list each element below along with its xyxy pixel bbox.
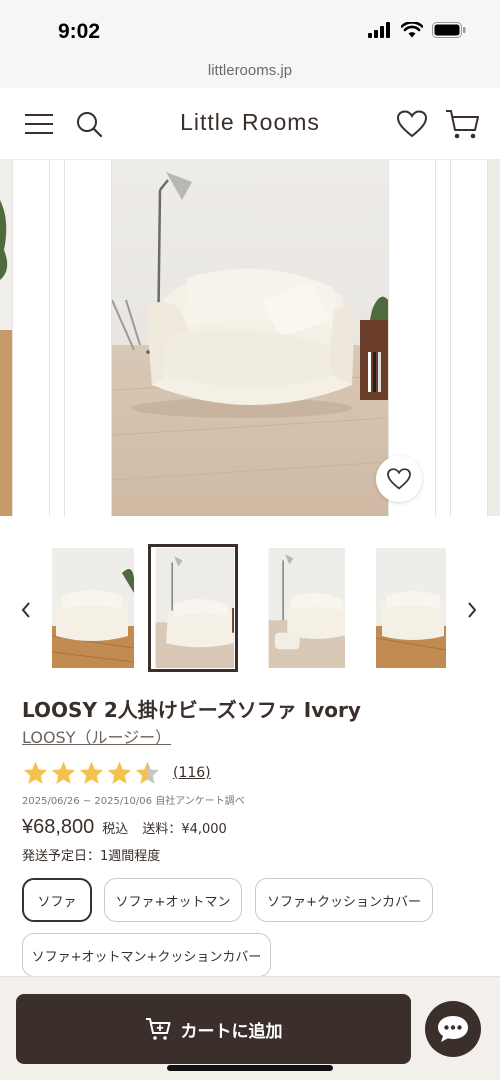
add-to-cart-button[interactable]: カートに追加 [16, 994, 411, 1064]
chevron-right-icon [468, 602, 477, 618]
slide-frame-inner-left [64, 160, 112, 516]
add-to-favorites-button[interactable] [376, 456, 422, 502]
sofa-photo [112, 160, 388, 516]
cart-plus-icon [145, 1018, 170, 1040]
delivery-estimate: 発送予定日：1週間程度 [22, 849, 161, 864]
slide-frame-right [450, 160, 488, 516]
chat-icon [438, 1016, 468, 1042]
thumbnail-prev-button[interactable] [12, 592, 40, 628]
rating-row: (116) [22, 760, 211, 786]
signal-icon [368, 22, 390, 38]
thumbnail-2[interactable] [148, 544, 238, 672]
product-title: LOOSY 2人掛けビーズソファ Ivory [22, 698, 361, 722]
favorites-button[interactable] [393, 105, 431, 143]
option-sofa-ottoman[interactable]: ソファ+オットマン [104, 878, 242, 922]
chat-button[interactable] [425, 1001, 481, 1057]
heart-icon [387, 468, 411, 490]
option-sofa[interactable]: ソファ [22, 878, 92, 922]
shipping-fee: 送料：¥4,000 [142, 822, 227, 837]
rating-stars [22, 760, 161, 786]
bottom-action-bar: カートに追加 [0, 976, 500, 1080]
cart-button[interactable] [443, 105, 481, 143]
add-to-cart-label: カートに追加 [180, 1021, 283, 1042]
price-row: ¥68,800 税込 送料：¥4,000 [22, 816, 227, 839]
battery-icon [432, 22, 466, 38]
option-sofa-cushion-cover[interactable]: ソファ+クッションカバー [255, 878, 433, 922]
status-icons [368, 22, 466, 38]
survey-note: 2025/06/26 ~ 2025/10/06 自社アンケート調べ [22, 796, 245, 807]
thumbnail-3[interactable] [263, 548, 345, 668]
main-product-photo[interactable] [112, 160, 388, 516]
wifi-icon [401, 22, 423, 38]
next-slide-peek[interactable] [488, 160, 500, 516]
url-text: littlerooms.jp [207, 62, 293, 79]
thumbnail-1[interactable] [52, 548, 134, 668]
brand-link[interactable]: LOOSY（ルージー） [22, 724, 171, 748]
half-star-icon [135, 761, 160, 784]
star-icon [51, 761, 76, 784]
chevron-left-icon [21, 602, 30, 618]
heart-icon [397, 110, 427, 138]
star-icon [79, 761, 104, 784]
address-bar[interactable]: littlerooms.jp [0, 58, 500, 88]
status-bar: 9:02 [0, 0, 500, 58]
home-indicator[interactable] [167, 1065, 333, 1071]
review-count-link[interactable]: (116) [173, 765, 211, 781]
status-time: 9:02 [58, 20, 101, 43]
price: ¥68,800 [22, 816, 95, 838]
thumbnail-strip [0, 540, 500, 680]
previous-slide-peek[interactable] [0, 160, 12, 516]
slide-frame-left [12, 160, 50, 516]
tax-label: 税込 [102, 822, 129, 837]
cart-icon [446, 110, 479, 139]
star-icon [107, 761, 132, 784]
star-icon [23, 761, 48, 784]
product-image-carousel[interactable] [0, 160, 500, 516]
site-header: Little Rooms [0, 88, 500, 160]
option-sofa-ottoman-cushion-cover[interactable]: ソファ+オットマン+クッションカバー [22, 933, 271, 977]
thumbnail-4[interactable] [376, 548, 446, 668]
thumbnail-next-button[interactable] [458, 592, 486, 628]
